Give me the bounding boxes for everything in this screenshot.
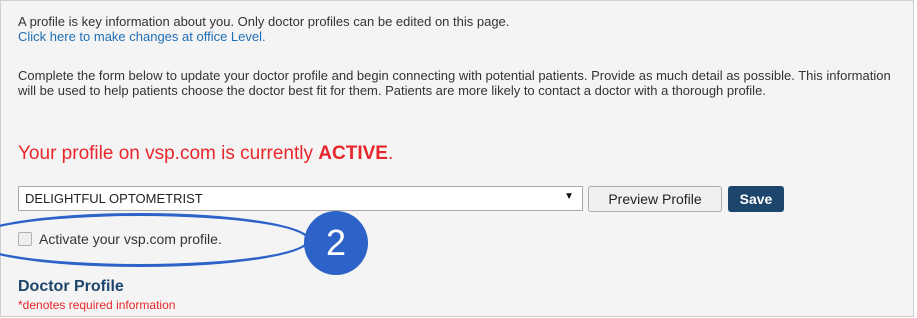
description-text: Complete the form below to update your d…: [18, 68, 891, 98]
save-button[interactable]: Save: [728, 186, 784, 212]
status-prefix: Your profile on vsp.com is currently: [18, 143, 319, 164]
intro-block: A profile is key information about you. …: [18, 14, 509, 44]
doctor-profile-heading: Doctor Profile: [18, 278, 124, 295]
office-level-link[interactable]: Click here to make changes at office Lev…: [18, 29, 266, 44]
doctor-select-value: DELIGHTFUL OPTOMETRIST: [25, 191, 203, 206]
profile-panel: A profile is key information about you. …: [0, 0, 914, 317]
status-state: ACTIVE: [318, 143, 388, 164]
intro-text: A profile is key information about you. …: [18, 14, 510, 29]
doctor-select[interactable]: DELIGHTFUL OPTOMETRIST ▼: [18, 186, 583, 211]
profile-status: Your profile on vsp.com is currently ACT…: [18, 142, 393, 166]
dropdown-arrow-icon: ▼: [564, 191, 574, 202]
status-suffix: .: [387, 143, 394, 164]
preview-profile-button[interactable]: Preview Profile: [588, 186, 722, 212]
required-info-note: *denotes required information: [18, 298, 176, 312]
step-number-badge: 2: [304, 211, 368, 275]
